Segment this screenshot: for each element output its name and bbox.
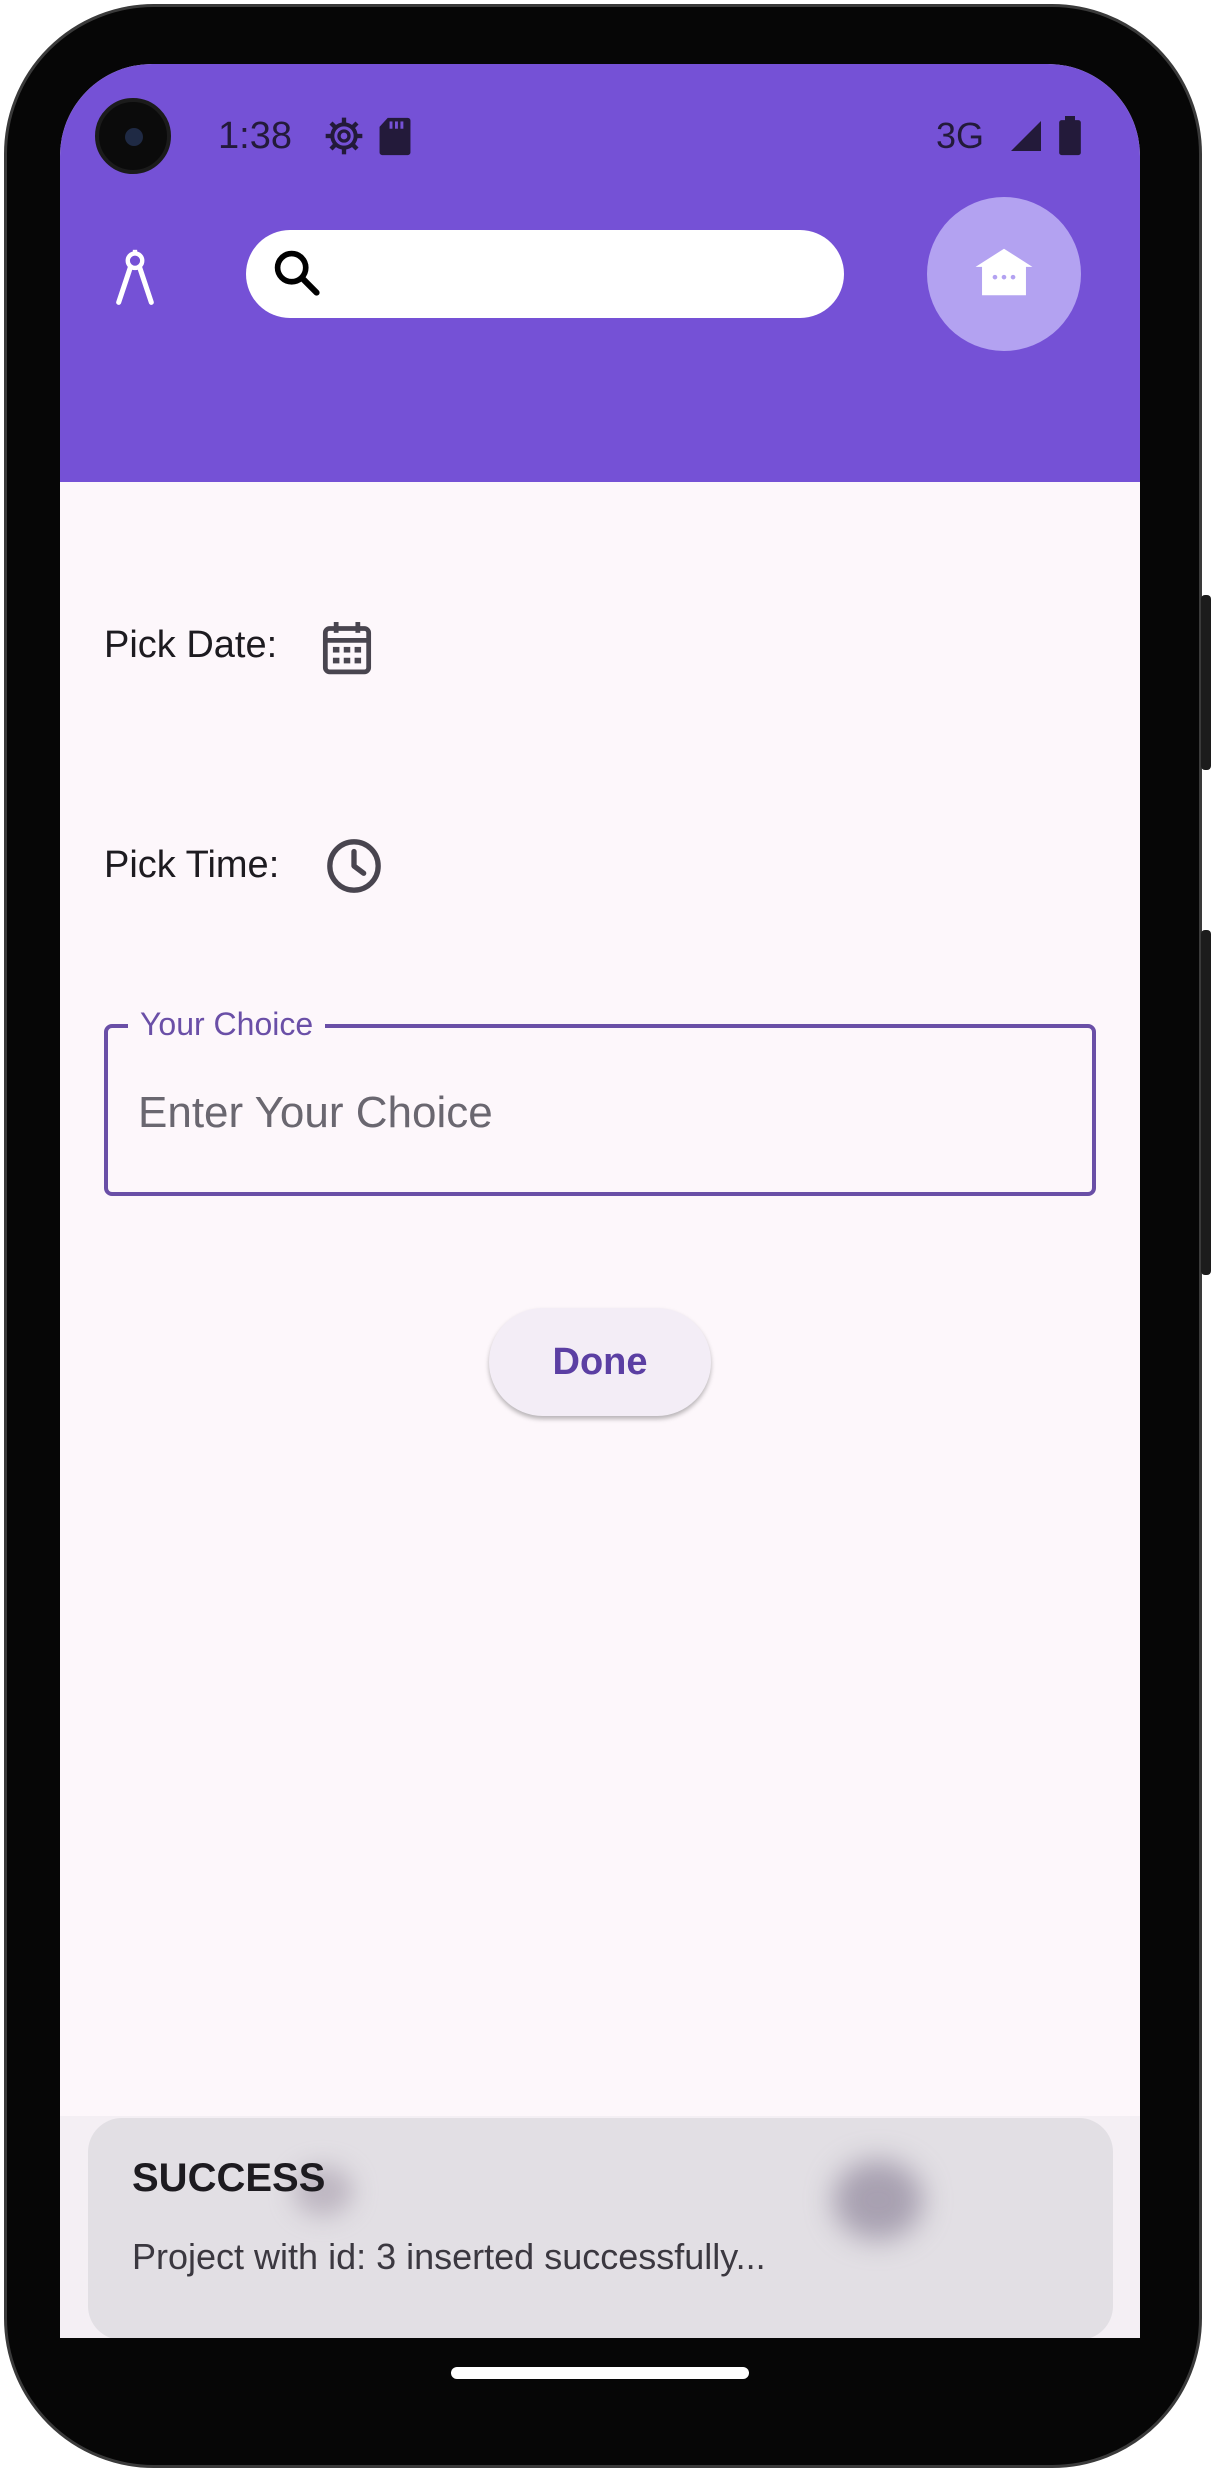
volume-button <box>1201 930 1211 1275</box>
snackbar-message: Project with id: 3 inserted successfully… <box>132 2236 766 2277</box>
calendar-icon[interactable] <box>318 616 376 680</box>
front-camera <box>95 98 171 174</box>
choice-field[interactable]: Your Choice <box>104 1002 1096 1196</box>
clock-icon[interactable] <box>324 836 384 896</box>
network-type: 3G <box>935 115 984 156</box>
sd-card-icon <box>378 116 412 156</box>
pick-date-label: Pick Date: <box>104 624 278 666</box>
search-input[interactable] <box>338 239 844 309</box>
blur-artifact <box>833 2160 923 2240</box>
status-time: 1:38 <box>218 114 292 157</box>
gear-icon <box>324 116 364 156</box>
pick-time-label: Pick Time: <box>104 844 280 886</box>
choice-field-label: Your Choice <box>128 1002 326 1046</box>
signal-icon <box>1008 118 1044 154</box>
search-bar[interactable] <box>246 230 844 318</box>
power-button <box>1201 595 1211 770</box>
compass-drafting-icon[interactable] <box>100 242 170 312</box>
search-icon <box>270 246 322 303</box>
success-snackbar: SUCCESS Project with id: 3 inserted succ… <box>88 2118 1113 2338</box>
status-bar-right: 3G <box>936 112 1082 160</box>
snackbar-title: SUCCESS <box>132 2156 326 2200</box>
choice-input[interactable] <box>136 1076 1066 1150</box>
battery-icon <box>1058 116 1082 156</box>
screen: 1:38 3G Pick Date: Pick Time: Your Choic… <box>60 64 1140 2338</box>
status-bar-left: 1:38 <box>218 112 412 160</box>
gesture-nav-bar[interactable] <box>451 2367 749 2379</box>
home-button[interactable] <box>927 197 1081 351</box>
home-icon <box>973 246 1035 303</box>
done-button[interactable]: Done <box>489 1308 711 1416</box>
phone-frame: 1:38 3G Pick Date: Pick Time: Your Choic… <box>0 0 1211 2474</box>
